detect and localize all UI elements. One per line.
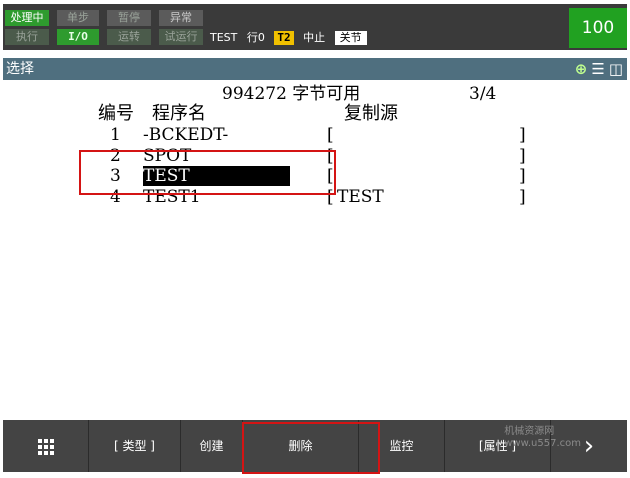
menu-grid-button[interactable] <box>3 420 89 472</box>
status-processing: 处理中 <box>5 10 49 26</box>
copy-source-name: TEST <box>337 187 384 207</box>
column-header-copy-source: 复制源 <box>344 103 398 124</box>
current-line: 行0 <box>246 31 265 44</box>
coord-system-badge: 关节 <box>334 31 367 45</box>
page-title: 选择 <box>6 61 34 77</box>
column-header-name: 程序名 <box>152 103 206 124</box>
status-running: 执行 <box>5 29 49 45</box>
zoom-icon[interactable]: ⊕ <box>575 60 588 78</box>
title-icons: ⊕ ☰ ◫ <box>575 60 623 78</box>
menu-icon[interactable]: ☰ <box>591 60 604 78</box>
status-fault: 异常 <box>159 10 203 26</box>
copy-source-close-bracket: ] <box>519 166 526 186</box>
page-indicator: 3/4 <box>469 84 497 104</box>
delete-annotation-box <box>242 422 380 474</box>
copy-source-open-bracket: [ <box>327 125 334 145</box>
run-state: 中止 <box>303 31 326 44</box>
status-operation: 运转 <box>107 29 151 45</box>
type-button[interactable]: [ 类型 ] <box>89 420 181 472</box>
column-header-number: 编号 <box>98 103 134 124</box>
memory-available: 994272 字节可用 <box>222 84 361 104</box>
watermark-line1: 机械资源网 <box>504 426 555 437</box>
split-view-icon[interactable]: ◫ <box>609 60 623 78</box>
watermark: 机械资源网 www.u557.com <box>504 426 581 450</box>
current-program: TEST <box>210 31 238 44</box>
copy-source-close-bracket: ] <box>519 125 526 145</box>
speed-override[interactable]: 100 <box>569 8 627 48</box>
status-bar: 处理中 单步 暂停 异常 执行 I/O 运转 试运行 TEST 行0 T2 中止… <box>3 4 627 50</box>
program-list-panel: 994272 字节可用 3/4 编号 程序名 复制源 1 -BCKEDT- [ … <box>3 80 627 420</box>
mode-badge: T2 <box>274 31 294 45</box>
grid-icon <box>37 438 54 455</box>
teach-pendant-screen: 处理中 单步 暂停 异常 执行 I/O 运转 试运行 TEST 行0 T2 中止… <box>3 4 627 474</box>
status-test-run: 试运行 <box>159 29 203 45</box>
watermark-line2: www.u557.com <box>504 438 581 449</box>
status-io: I/O <box>57 29 99 45</box>
copy-source-close-bracket: ] <box>519 146 526 166</box>
program-name[interactable]: -BCKEDT- <box>143 125 228 145</box>
title-bar: 选择 ⊕ ☰ ◫ <box>3 58 627 80</box>
program-number: 1 <box>110 125 121 145</box>
program-status-line: TEST 行0 T2 中止 关节 <box>210 31 373 45</box>
create-button[interactable]: 创建 <box>181 420 243 472</box>
status-single-step: 单步 <box>57 10 99 26</box>
status-pause: 暂停 <box>107 10 151 26</box>
annotation-highlight-box <box>79 150 336 195</box>
copy-source-close-bracket: ] <box>519 187 526 207</box>
